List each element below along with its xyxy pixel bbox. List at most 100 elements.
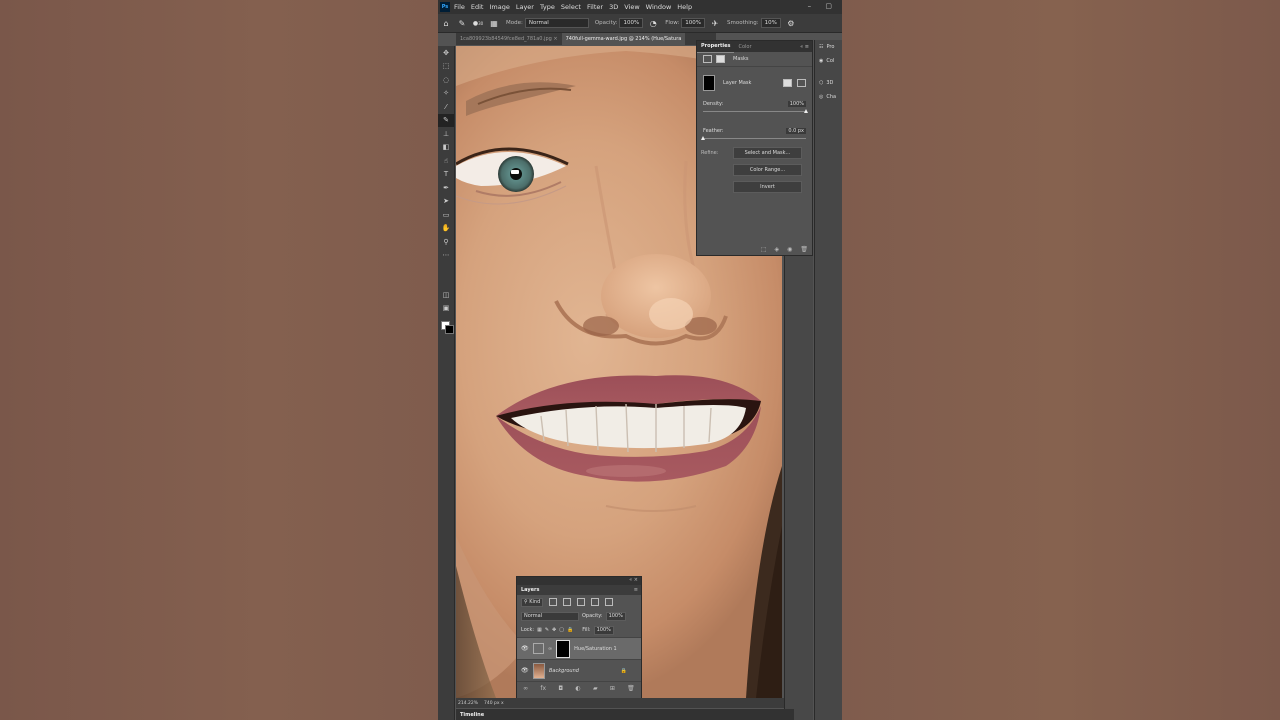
swap-colors-icon[interactable] [438, 262, 454, 288]
menu-layer[interactable]: Layer [516, 3, 534, 11]
visibility-eye-icon[interactable]: 👁 [521, 645, 529, 652]
zoom-tool-icon[interactable]: ⚲ [438, 235, 454, 249]
menu-edit[interactable]: Edit [471, 3, 484, 11]
layers-menu-icon[interactable]: ≡ [634, 587, 641, 593]
smoothing-input[interactable]: 10% [760, 18, 781, 28]
layer-mask-thumbnail[interactable] [556, 639, 571, 658]
eraser-tool-icon[interactable]: ◧ [438, 141, 454, 155]
tab-close-icon[interactable]: × [553, 36, 557, 42]
menu-select[interactable]: Select [561, 3, 581, 11]
filter-shape-icon[interactable] [591, 598, 600, 606]
layers-panel-controls[interactable]: « × [517, 577, 641, 585]
layer-background[interactable]: 👁 Background 🔒 [517, 659, 641, 681]
airbrush-icon[interactable]: ✈ [710, 18, 720, 28]
pen-tool-icon[interactable]: ✒ [438, 181, 454, 195]
density-slider[interactable]: Density: 100% [697, 99, 812, 114]
more-tools-icon[interactable]: ⋯ [438, 249, 454, 263]
trash-icon[interactable]: 🗑 [800, 246, 808, 253]
fx-icon[interactable]: fx [540, 685, 546, 692]
home-icon[interactable]: ⌂ [441, 18, 451, 28]
menu-help[interactable]: Help [677, 3, 692, 11]
density-value[interactable]: 100% [787, 101, 806, 107]
flow-input[interactable]: 100% [681, 18, 706, 28]
menu-image[interactable]: Image [489, 3, 509, 11]
path-select-tool-icon[interactable]: ➤ [438, 195, 454, 209]
filter-smart-object-icon[interactable] [605, 598, 614, 606]
fill-input[interactable]: 100% [593, 625, 614, 635]
panel-properties-collapsed[interactable]: ☷ Pro [815, 40, 842, 54]
load-selection-icon[interactable]: ⬚ [761, 246, 767, 253]
group-folder-icon[interactable]: ▰ [593, 685, 598, 692]
panel-3d-collapsed[interactable]: ⬡ 3D [815, 76, 842, 90]
move-tool-icon[interactable]: ✥ [438, 46, 454, 60]
layer-name[interactable]: Hue/Saturation 1 [574, 646, 617, 652]
menu-filter[interactable]: Filter [587, 3, 603, 11]
color-range-button[interactable]: Color Range... [733, 164, 802, 176]
panel-channels-collapsed[interactable]: ◎ Cha [815, 90, 842, 104]
tab-color[interactable]: Color [734, 44, 755, 50]
layer-opacity-input[interactable]: 100% [605, 611, 626, 621]
menu-type[interactable]: Type [540, 3, 555, 11]
brush-tool-icon[interactable]: ✎ [438, 113, 454, 127]
visibility-eye-icon[interactable]: 👁 [521, 667, 529, 674]
brush-preset-icon[interactable]: ● 30 [473, 18, 483, 28]
lock-transparent-icon[interactable]: ▦ [537, 627, 542, 633]
link-layers-icon[interactable]: ∞ [523, 685, 528, 692]
select-and-mask-button[interactable]: Select and Mask... [733, 147, 802, 159]
feather-value[interactable]: 0.0 px [786, 128, 806, 134]
add-mask-icon[interactable]: ◘ [558, 685, 563, 692]
type-tool-icon[interactable]: T [438, 168, 454, 182]
quick-select-tool-icon[interactable]: ✧ [438, 87, 454, 101]
clone-stamp-tool-icon[interactable]: ⊥ [438, 127, 454, 141]
lock-artboard-icon[interactable]: ▢ [559, 627, 564, 633]
eye-icon[interactable]: ◉ [787, 246, 792, 253]
delete-layer-icon[interactable]: 🗑 [627, 685, 635, 692]
filter-adjustment-icon[interactable] [563, 598, 572, 606]
gear-icon[interactable]: ⚙ [786, 18, 796, 28]
brush-tool-icon[interactable]: ✎ [457, 18, 467, 28]
rectangle-tool-icon[interactable]: ▭ [438, 208, 454, 222]
quick-mask-icon[interactable]: ◫ [438, 288, 454, 302]
chain-link-icon[interactable]: ∞ [548, 646, 552, 652]
menu-window[interactable]: Window [646, 3, 672, 11]
feather-slider[interactable]: Feather: 0.0 px [697, 126, 812, 141]
lock-all-icon[interactable]: 🔒 [567, 627, 573, 633]
pixel-mask-icon[interactable] [703, 55, 712, 63]
panel-color-collapsed[interactable]: ◉ Col [815, 54, 842, 68]
adjustment-icon[interactable]: ◐ [575, 685, 580, 692]
tab-document-2[interactable]: 740full-gemma-ward.jpg @ 214% (Hue/Satur… [561, 33, 686, 45]
layer-name[interactable]: Background [549, 668, 579, 674]
background-color-swatch[interactable] [445, 325, 454, 334]
hand-tool-icon[interactable]: ✋ [438, 222, 454, 236]
brush-settings-icon[interactable]: ▦ [489, 18, 499, 28]
lock-position-icon[interactable]: ✥ [552, 627, 556, 633]
screen-mode-icon[interactable]: ▣ [438, 302, 454, 316]
kind-filter-select[interactable]: ⚲ Kind [521, 597, 544, 607]
new-layer-icon[interactable]: ⊞ [610, 685, 615, 692]
density-knob[interactable] [804, 109, 808, 113]
blend-mode-select[interactable]: Normal [521, 611, 579, 621]
menu-view[interactable]: View [624, 3, 639, 11]
mode-select[interactable]: Normal [524, 18, 589, 28]
menu-3d[interactable]: 3D [609, 3, 618, 11]
layer-mask-thumbnail[interactable] [703, 75, 715, 91]
apply-mask-icon[interactable]: ◈ [775, 246, 780, 253]
window-controls[interactable]: – ▢ [808, 2, 838, 10]
menu-file[interactable]: File [454, 3, 465, 11]
filter-pixel-icon[interactable] [549, 598, 558, 606]
pressure-opacity-icon[interactable]: ◔ [648, 18, 658, 28]
panel-menu-icon[interactable]: « ≡ [800, 44, 812, 50]
eyedropper-tool-icon[interactable]: ⁄ [438, 100, 454, 114]
lock-image-icon[interactable]: ✎ [545, 627, 549, 633]
opacity-input[interactable]: 100% [619, 18, 644, 28]
feather-knob[interactable] [701, 136, 705, 140]
tab-layers[interactable]: Layers [521, 587, 540, 593]
tab-properties[interactable]: Properties [697, 41, 735, 53]
add-pixel-mask-icon[interactable] [783, 79, 792, 87]
layer-hue-saturation[interactable]: 👁 ∞ Hue/Saturation 1 [517, 637, 641, 659]
smudge-tool-icon[interactable]: ☝ [438, 154, 454, 168]
filter-type-icon[interactable] [577, 598, 586, 606]
invert-button[interactable]: Invert [733, 181, 802, 193]
add-vector-mask-icon[interactable] [797, 79, 806, 87]
vector-mask-icon[interactable] [716, 55, 725, 63]
